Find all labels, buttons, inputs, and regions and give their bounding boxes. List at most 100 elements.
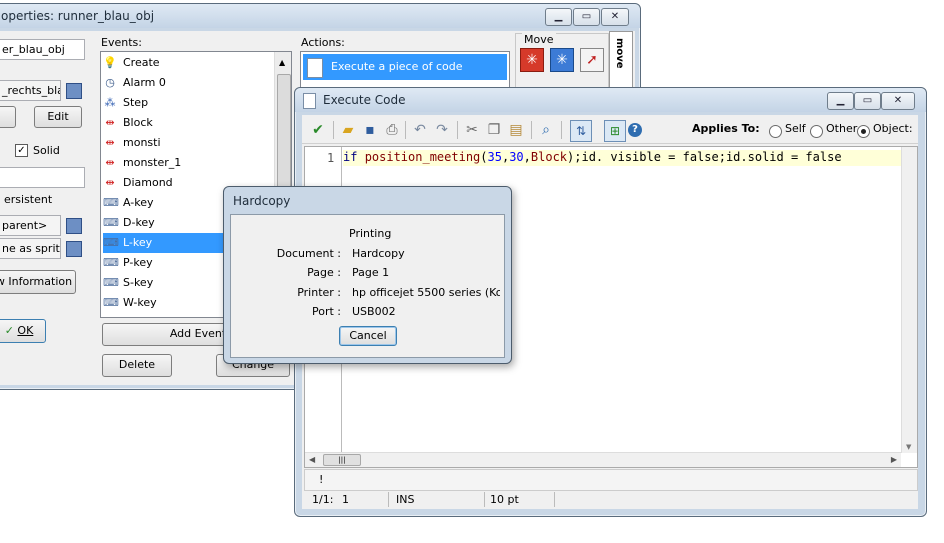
open-folder-icon[interactable]: ▰ [338,120,358,140]
keyboard-icon: ⌨ [103,256,119,269]
collision-icon: ⇹ [105,156,115,169]
event-label: monster_1 [123,156,182,169]
event-item[interactable]: 💡 Create [103,53,223,73]
event-item[interactable]: ◷ Alarm 0 [103,73,223,93]
undo-icon[interactable]: ↶ [410,120,430,140]
radio-other[interactable] [810,125,823,138]
collision-icon: ⇹ [105,136,115,149]
syntax-check-icon[interactable]: ⇅ [570,120,592,142]
code-function: position_meeting [364,150,481,164]
event-item[interactable]: ⌨ A-key [103,193,223,213]
parent-select[interactable]: parent> [0,215,61,236]
event-label: D-key [123,216,155,229]
sprite-browse-icon[interactable] [66,83,82,99]
move-group-label: Move [522,33,556,46]
event-item[interactable]: ⌨ W-key [103,293,223,313]
find-icon[interactable]: ⌕ [536,120,556,140]
hardcopy-client: Printing Document : Hardcopy Page : Page… [230,214,505,358]
event-item[interactable]: ⇹ monsti [103,133,223,153]
sprite-new-button[interactable] [0,106,16,128]
event-item[interactable]: ⇹ Block [103,113,223,133]
hardcopy-title: Hardcopy [233,194,291,208]
window-title: operties: runner_blau_obj [1,9,155,23]
redo-icon[interactable]: ↷ [432,120,452,140]
hint-text: ! [319,473,324,486]
maximize-button[interactable]: ▭ [573,8,600,26]
name-field[interactable]: er_blau_obj [0,39,85,60]
toolbar-separator [561,121,562,139]
status-divider [484,492,485,507]
editor-horizontal-scrollbar[interactable]: ◀ ||| ▶ [305,452,901,467]
execute-code-titlebar[interactable]: Execute Code ▁ ▭ ✕ [295,88,926,112]
code-maximize-button[interactable]: ▭ [854,92,881,110]
keyboard-icon: ⌨ [103,296,119,309]
edit-button[interactable]: Edit [34,106,82,128]
help-icon[interactable]: ? [628,123,642,137]
code-object-name: Block [530,150,568,164]
page-label: Page : [307,266,341,279]
copy-icon[interactable]: ❐ [484,120,504,140]
event-item[interactable]: ⌨ L-key [103,233,223,253]
solid-checkbox[interactable]: ✓ [15,144,28,157]
applies-to-label: Applies To: [692,122,760,135]
paste-icon[interactable]: ▤ [506,120,526,140]
insert-code-icon[interactable]: ⊞ [604,120,626,142]
move-palette: Move ✳ ✳ ➚ [515,33,609,95]
object-properties-titlebar[interactable]: operties: runner_blau_obj ▁ ▭ ✕ [0,4,640,28]
event-label: W-key [123,296,157,309]
radio-self-label: Self [785,122,806,135]
ok-check-icon[interactable]: ✔ [308,120,328,140]
parent-browse-icon[interactable] [66,218,82,234]
code-number-2: 30 [509,150,524,164]
event-item[interactable]: ⁂ Step [103,93,223,113]
toolbar-separator [457,121,458,139]
persistent-label: ersistent [4,193,53,206]
code-close-button[interactable]: ✕ [881,92,915,110]
mask-select[interactable]: ne as sprite> [0,238,61,259]
event-item[interactable]: ⌨ P-key [103,253,223,273]
depth-field[interactable] [0,167,85,188]
footsteps-icon: ⁂ [104,96,116,109]
code-comma: , [523,150,531,164]
actions-label: Actions: [301,36,345,49]
ok-check-icon: ✓ [4,324,14,337]
event-label: Diamond [123,176,173,189]
status-column: 1 [342,493,349,506]
collision-icon: ⇹ [105,116,115,129]
close-button[interactable]: ✕ [601,8,629,26]
show-information-button[interactable]: w Information [0,270,76,294]
code-window-icon [303,93,316,109]
cut-icon[interactable]: ✂ [462,120,482,140]
move-fixed-icon[interactable]: ✳ [520,48,544,72]
minimize-button[interactable]: ▁ [545,8,572,26]
event-label: Step [123,96,149,109]
mask-browse-icon[interactable] [66,241,82,257]
clock-icon: ◷ [105,76,115,89]
print-icon[interactable]: ⎙ [382,120,402,140]
action-item-code[interactable]: Execute a piece of code [303,54,507,80]
hardcopy-dialog: Hardcopy Printing Document : Hardcopy Pa… [223,186,512,364]
event-item[interactable]: ⌨ D-key [103,213,223,233]
event-item[interactable]: ⇹ monster_1 [103,153,223,173]
code-number-1: 35 [487,150,502,164]
sprite-field[interactable]: _rechts_bla [0,80,61,101]
cancel-button[interactable]: Cancel [339,326,397,346]
move-free-icon[interactable]: ✳ [550,48,574,72]
event-label: A-key [123,196,154,209]
radio-self[interactable] [769,125,782,138]
ok-button[interactable]: ✓ OK [0,319,46,343]
editor-vertical-scrollbar[interactable]: ▼ [901,147,917,453]
event-item[interactable]: ⌨ S-key [103,273,223,293]
event-item[interactable]: ⇹ Diamond [103,173,223,193]
move-towards-icon[interactable]: ➚ [580,48,604,72]
event-label: Create [123,56,160,69]
code-line-1[interactable]: if position_meeting(35,30,Block);id. vis… [343,150,903,166]
radio-object[interactable] [857,125,870,138]
document-label: Document : [276,247,341,260]
code-minimize-button[interactable]: ▁ [827,92,854,110]
code-paren: ( [480,150,488,164]
printer-value: hp officejet 5500 series (Kopie [352,286,500,299]
move-tab[interactable]: move [609,31,633,93]
delete-button[interactable]: Delete [102,354,172,377]
save-icon[interactable]: ▪ [360,120,380,140]
